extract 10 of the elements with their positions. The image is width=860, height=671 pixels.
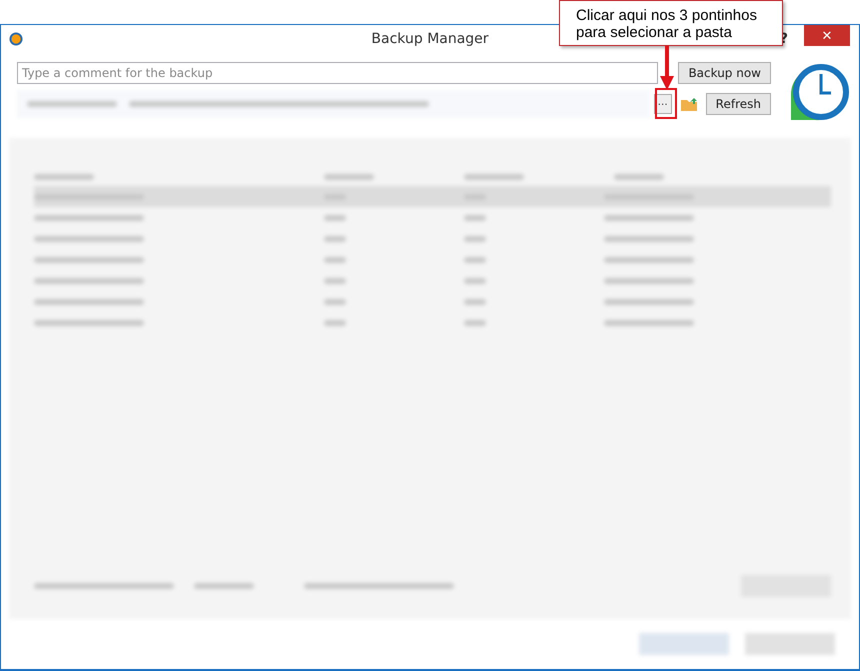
app-icon (9, 32, 23, 46)
window-title: Backup Manager (370, 31, 490, 47)
comment-field[interactable]: Type a comment for the backup (17, 62, 658, 84)
backup-now-button[interactable]: Backup now (678, 62, 771, 84)
refresh-button[interactable]: Refresh (706, 93, 771, 115)
close-button[interactable]: ✕ (804, 25, 850, 46)
folder-icon[interactable] (680, 96, 698, 112)
callout-note: Clicar aqui nos 3 pontinhos para selecionar a pasta (559, 0, 783, 46)
highlight-frame (655, 88, 677, 119)
callout-arrow (660, 46, 674, 90)
